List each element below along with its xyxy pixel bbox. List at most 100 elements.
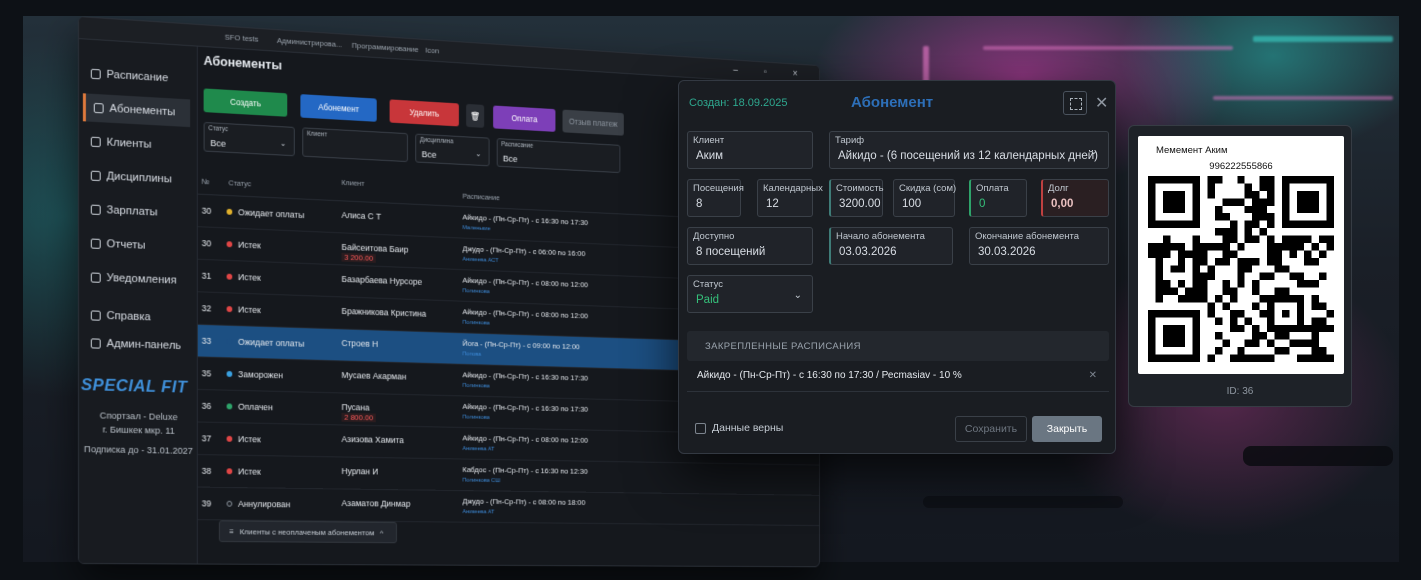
neon-light xyxy=(983,46,1233,50)
bookmark[interactable]: SFO tests xyxy=(225,33,259,44)
close-button[interactable]: Закрыть xyxy=(1032,416,1102,442)
sidebar-item-disciplines[interactable]: Дисциплины xyxy=(83,161,190,194)
debt-field: Долг 0,00 xyxy=(1041,179,1109,217)
row-id: 38 xyxy=(201,465,212,476)
sidebar: Расписание Абонементы Клиенты Дисциплины… xyxy=(78,39,198,564)
status-select[interactable]: Статус Paid ⌄ xyxy=(687,275,813,313)
field-label: Начало абонемента xyxy=(836,231,925,242)
close-icon[interactable]: ✕ xyxy=(1089,370,1097,381)
schedule-filter[interactable]: Расписание Все xyxy=(496,138,621,174)
create-button[interactable]: Создать xyxy=(203,88,288,117)
row-trainer: Полинкова xyxy=(462,319,490,327)
field-value: 0 xyxy=(979,198,986,210)
bookmark[interactable]: Icon xyxy=(425,46,439,56)
row-client: Пусана xyxy=(341,402,370,413)
bell-icon xyxy=(90,272,101,283)
filter-value: Все xyxy=(210,138,226,150)
discount-field[interactable]: Скидка (сом) 100 xyxy=(893,179,956,217)
visits-field[interactable]: Посещения 8 xyxy=(687,179,744,217)
sidebar-item-salaries[interactable]: Зарплаты xyxy=(83,195,190,228)
status-filter[interactable]: Статус Все ⌄ xyxy=(203,121,295,157)
page-title: Абонементы xyxy=(203,52,282,73)
field-value: Аким xyxy=(696,150,724,162)
qr-client-name: Мемемент Аким xyxy=(1156,145,1228,156)
users-icon xyxy=(90,136,101,148)
filter-label: Расписание xyxy=(501,141,534,150)
close-icon[interactable]: ✕ xyxy=(1095,93,1108,113)
status-dot-icon xyxy=(226,500,233,507)
pinned-schedule-item[interactable]: Айкидо - (Пн-Ср-Пт) - с 16:30 по 17:30 /… xyxy=(687,362,1109,392)
client-field[interactable]: Клиент Аким xyxy=(687,131,813,169)
row-id: 32 xyxy=(201,303,212,314)
help-icon xyxy=(90,310,101,321)
payment-field[interactable]: Оплата 0 xyxy=(969,179,1027,217)
row-schedule: Айкидо - (Пн-Ср-Пт) - с 08:00 по 12:00 xyxy=(462,433,589,445)
row-client: Мусаев Акарман xyxy=(341,370,407,382)
bookmark[interactable]: Программирование xyxy=(352,41,419,54)
brand-logo: SPECIAL FIT xyxy=(80,375,188,397)
field-label: Календарных xyxy=(763,183,823,194)
status-dot-icon xyxy=(226,273,233,280)
row-id: 31 xyxy=(201,270,212,281)
pay-button[interactable]: Оплата xyxy=(493,105,556,132)
qr-paper: Мемемент Аким 996222555866 xyxy=(1138,136,1344,374)
gym-bench xyxy=(1243,446,1393,466)
column-schedule: Расписание xyxy=(462,191,500,203)
row-id: 30 xyxy=(201,205,212,216)
delete-button[interactable]: Удалить xyxy=(389,99,459,127)
qr-icon[interactable] xyxy=(1063,91,1087,115)
row-id: 37 xyxy=(201,433,212,444)
delete-label: Удалить xyxy=(409,107,440,119)
data-correct-checkbox[interactable] xyxy=(695,423,706,434)
qr-phone: 996222555866 xyxy=(1209,161,1273,172)
status-dot-icon xyxy=(226,435,233,442)
row-status: Истек xyxy=(238,434,261,445)
filter-label: Статус xyxy=(208,125,229,134)
created-date: Создан: 18.09.2025 xyxy=(689,97,788,109)
subscription-button[interactable]: Абонемент xyxy=(300,94,377,122)
cost-field[interactable]: Стоимость 3200.00 xyxy=(829,179,884,217)
bookmark[interactable]: Администрирова... xyxy=(277,36,342,49)
sidebar-item-label: Зарплаты xyxy=(106,204,158,219)
row-client: Базарбаева Нурсоре xyxy=(341,274,423,287)
trash-icon[interactable]: 🗑 xyxy=(466,103,485,128)
field-value: 12 xyxy=(766,198,779,210)
discipline-filter[interactable]: Дисциплина Все ⌄ xyxy=(415,133,490,167)
field-label: Окончание абонемента xyxy=(975,231,1080,242)
neon-light xyxy=(1213,96,1393,100)
window-controls[interactable]: – ▫ × xyxy=(733,65,809,80)
row-trainer: Полинкова xyxy=(462,414,490,421)
field-value: 8 посещений xyxy=(696,246,766,258)
sidebar-item-label: Админ-панель xyxy=(106,337,182,352)
sidebar-item-label: Клиенты xyxy=(106,136,152,151)
end-date-field[interactable]: Окончание абонемента 30.03.2026 xyxy=(969,227,1109,265)
sidebar-item-notifications[interactable]: Уведомления xyxy=(83,263,190,295)
sidebar-item-schedule[interactable]: Расписание xyxy=(83,59,190,93)
sidebar-item-subscriptions[interactable]: Абонементы xyxy=(82,93,191,128)
sidebar-item-label: Абонементы xyxy=(109,102,176,119)
filter-label: Дисциплина xyxy=(419,136,454,146)
subscription-text: Подписка до - 31.01.2027 xyxy=(84,444,193,457)
sidebar-item-reports[interactable]: Отчеты xyxy=(83,229,190,261)
sidebar-item-admin[interactable]: Админ-панель xyxy=(83,329,190,360)
sidebar-item-help[interactable]: Справка xyxy=(83,301,190,332)
save-button[interactable]: Сохранить xyxy=(955,416,1027,442)
sidebar-item-label: Справка xyxy=(106,309,151,324)
row-status: Истек xyxy=(238,239,261,251)
sidebar-item-clients[interactable]: Клиенты xyxy=(83,127,190,160)
client-filter[interactable]: Клиент xyxy=(302,127,408,163)
sidebar-item-label: Дисциплины xyxy=(106,170,172,186)
sidebar-item-label: Отчеты xyxy=(106,238,146,252)
filter-value: Все xyxy=(502,153,518,165)
checkbox-label: Данные верны xyxy=(712,422,784,434)
calendar-days-field[interactable]: Календарных 12 xyxy=(757,179,823,217)
row-client: Азаматов Динмар xyxy=(341,498,411,509)
start-date-field[interactable]: Начало абонемента 03.03.2026 xyxy=(829,227,953,265)
field-label: Статус xyxy=(693,279,724,290)
history-button[interactable]: Отзыв платеж xyxy=(562,109,624,136)
report-icon xyxy=(90,238,101,249)
subscription-modal: Создан: 18.09.2025 Абонемент ✕ Клиент Аки… xyxy=(678,80,1116,454)
field-label: Клиент xyxy=(693,135,725,146)
unpaid-clients-toggle[interactable]: ≡ Клиенты с неоплаченым абонементом ^ xyxy=(218,520,397,544)
tariff-select[interactable]: Тариф Айкидо - (6 посещений из 12 календа… xyxy=(829,131,1109,169)
